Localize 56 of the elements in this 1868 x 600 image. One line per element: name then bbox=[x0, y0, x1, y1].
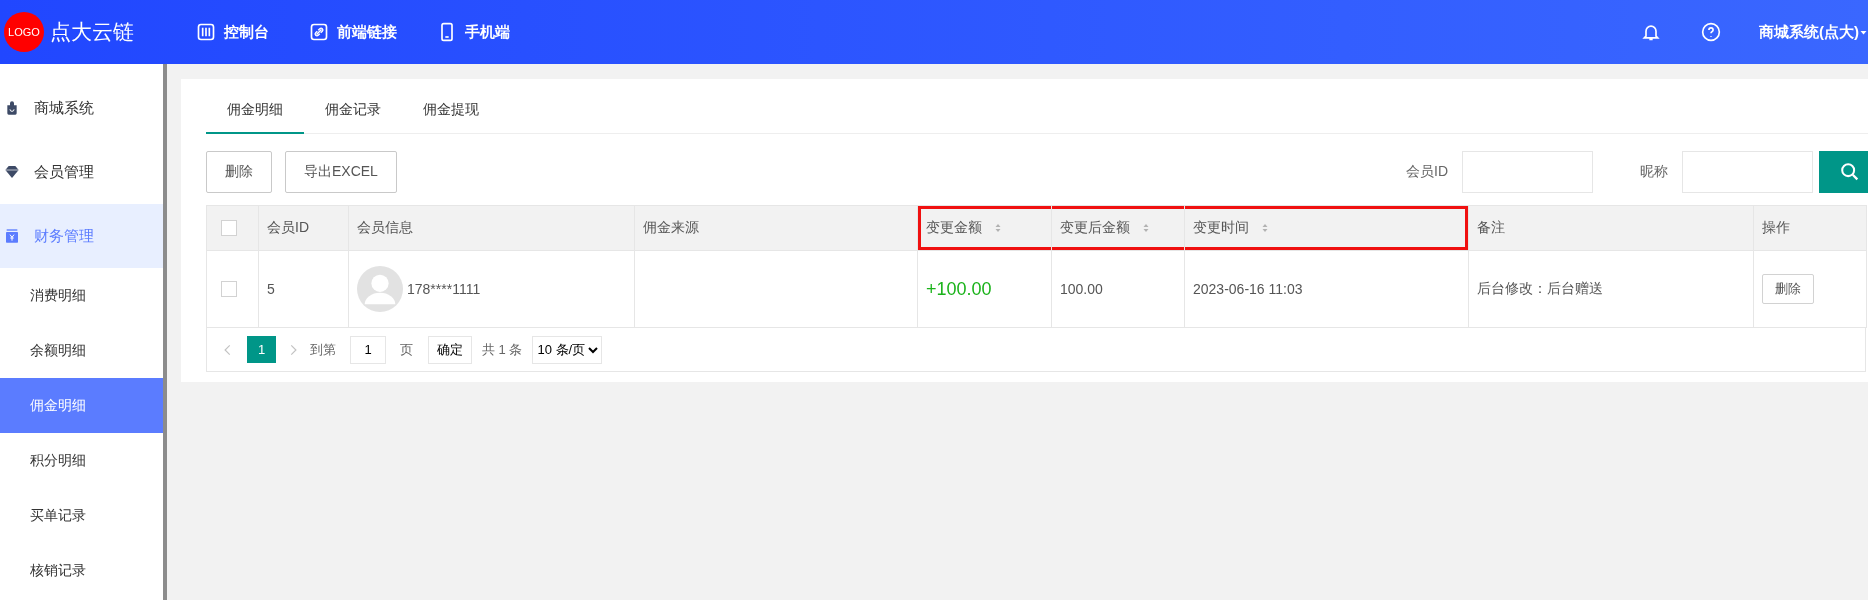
sliders-icon bbox=[196, 22, 216, 42]
sidebar-subitem[interactable]: 余额明细 bbox=[0, 323, 163, 378]
sidebar-subitem[interactable]: 积分明细 bbox=[0, 433, 163, 488]
user-menu[interactable]: 商城系统(点大) bbox=[1759, 22, 1859, 42]
column-header: 佣金来源 bbox=[643, 219, 699, 237]
tab[interactable]: 佣金明细 bbox=[206, 88, 304, 134]
page-size-select[interactable]: 10 条/页 bbox=[532, 335, 603, 364]
input-field[interactable] bbox=[1682, 151, 1813, 193]
bell-icon[interactable] bbox=[1641, 22, 1661, 42]
nav-link[interactable]: 前端链接 bbox=[309, 22, 397, 42]
goto-label: 到第 bbox=[310, 340, 336, 359]
export-button[interactable]: 导出EXCEL bbox=[285, 151, 397, 193]
column-header[interactable]: 变更金额 bbox=[926, 219, 982, 237]
table-cell: 5 bbox=[267, 281, 275, 297]
table-cell: 后台修改：后台赠送 bbox=[1477, 280, 1603, 296]
money-icon bbox=[4, 228, 20, 244]
filter-label: 会员ID bbox=[1406, 163, 1448, 181]
checkbox[interactable] bbox=[221, 220, 237, 236]
sidebar-subitem[interactable]: 佣金明细 bbox=[0, 378, 163, 433]
confirm-button[interactable]: 确定 bbox=[428, 335, 472, 364]
delete-button[interactable]: 删除 bbox=[1762, 274, 1814, 304]
column-header: 会员信息 bbox=[357, 219, 413, 237]
table-cell: 100.00 bbox=[1060, 281, 1103, 297]
help-icon[interactable] bbox=[1701, 22, 1721, 42]
page-unit: 页 bbox=[400, 340, 413, 359]
link-icon bbox=[309, 22, 329, 42]
page-input[interactable]: 1 bbox=[350, 335, 386, 364]
nav-link[interactable]: 手机端 bbox=[437, 22, 510, 42]
phone-number: 178****1111 bbox=[407, 281, 481, 297]
tab[interactable]: 佣金记录 bbox=[304, 88, 402, 134]
bag-icon bbox=[4, 100, 20, 116]
delete-button[interactable]: 删除 bbox=[206, 151, 272, 193]
column-header: 备注 bbox=[1477, 219, 1505, 237]
table-cell: 2023-06-16 11:03 bbox=[1193, 281, 1303, 297]
nav-link[interactable]: 控制台 bbox=[196, 22, 269, 42]
amount-change: +100.00 bbox=[926, 278, 992, 299]
total-count: 共 1 条 bbox=[482, 340, 523, 359]
tab[interactable]: 佣金提现 bbox=[402, 88, 500, 134]
avatar-icon bbox=[357, 266, 403, 312]
input-field[interactable] bbox=[1462, 151, 1593, 193]
column-header[interactable]: 变更时间 bbox=[1193, 219, 1249, 237]
sidebar-item[interactable]: 会员管理 bbox=[0, 140, 163, 204]
sidebar-subitem[interactable]: 消费明细 bbox=[0, 268, 163, 323]
checkbox[interactable] bbox=[221, 281, 237, 297]
filter-label: 昵称 bbox=[1640, 163, 1668, 181]
diamond-icon bbox=[4, 164, 20, 180]
column-header: 会员ID bbox=[267, 219, 309, 237]
sidebar-subitem[interactable]: 买单记录 bbox=[0, 488, 163, 543]
search-icon bbox=[1839, 161, 1861, 183]
sidebar-item[interactable]: 商城系统 bbox=[0, 76, 163, 140]
column-header: 操作 bbox=[1762, 219, 1790, 237]
search-button[interactable] bbox=[1819, 151, 1868, 193]
logo: LOGO bbox=[4, 12, 44, 52]
page-number[interactable]: 1 bbox=[247, 336, 276, 363]
sidebar-subitem[interactable]: 核销记录 bbox=[0, 543, 163, 598]
app-title: 点大云链 bbox=[50, 19, 134, 45]
